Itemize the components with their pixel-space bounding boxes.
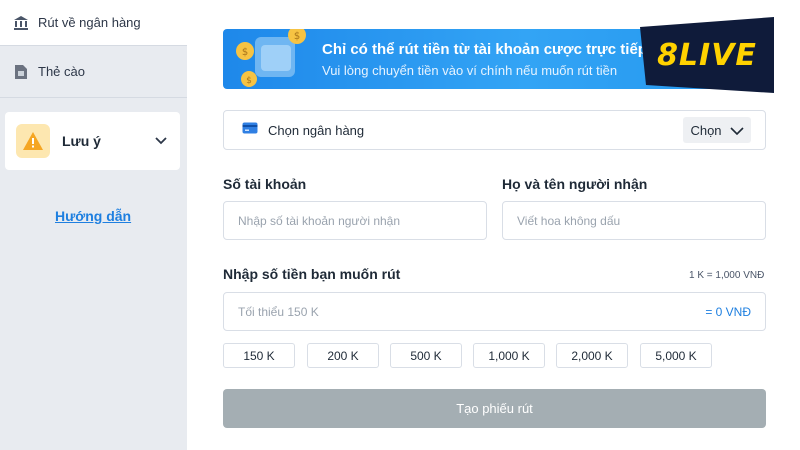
quick-amount-150k[interactable]: 150 K: [223, 343, 295, 368]
amount-input[interactable]: Tối thiểu 150 K = 0 VNĐ: [223, 292, 766, 331]
guide-link[interactable]: Hướng dẫn: [55, 208, 131, 224]
choose-bank-button-label: Chọn: [690, 122, 722, 138]
banner-subtitle: Vui lòng chuyển tiền vào ví chính nếu mu…: [322, 63, 618, 78]
wallet-coins-icon: $ $ $: [236, 29, 306, 87]
quick-amount-2000k[interactable]: 2,000 K: [556, 343, 628, 368]
bank-icon: [12, 14, 30, 32]
recipient-name-input[interactable]: Viết hoa không dấu: [502, 201, 766, 240]
sidebar: Rút về ngân hàng Thẻ cào Lưu ý Hướng dẫn: [0, 0, 187, 450]
amount-placeholder: Tối thiểu 150 K: [238, 304, 319, 319]
brand-logo: 8LIVE: [640, 17, 774, 93]
svg-text:$: $: [246, 76, 252, 86]
quick-amount-5000k[interactable]: 5,000 K: [640, 343, 712, 368]
chevron-down-icon: [154, 134, 168, 148]
choose-bank-button[interactable]: Chọn: [683, 117, 751, 143]
sidebar-item-label: Rút về ngân hàng: [38, 15, 141, 30]
quick-amount-200k[interactable]: 200 K: [307, 343, 379, 368]
sidebar-item-bank-withdraw[interactable]: Rút về ngân hàng: [0, 0, 187, 46]
sim-card-icon: [12, 63, 30, 81]
svg-text:$: $: [242, 47, 248, 58]
amount-label: Nhập số tiền bạn muốn rút: [223, 266, 401, 282]
warning-icon: [16, 124, 50, 158]
bank-select[interactable]: Chọn ngân hàng Chọn: [223, 110, 766, 150]
sidebar-item-scratch-card[interactable]: Thẻ cào: [0, 46, 187, 98]
bank-select-label: Chọn ngân hàng: [268, 122, 365, 138]
chevron-down-icon: [729, 123, 744, 138]
brand-logo-text: 8LIVE: [657, 37, 757, 73]
create-withdrawal-button[interactable]: Tạo phiếu rút: [223, 389, 766, 428]
account-number-input[interactable]: Nhập số tài khoản người nhận: [223, 201, 487, 240]
exchange-rate: 1 K = 1,000 VNĐ: [689, 270, 765, 281]
account-number-label: Số tài khoản: [223, 176, 307, 192]
amount-equivalent: = 0 VNĐ: [705, 304, 751, 319]
svg-text:$: $: [294, 31, 300, 42]
recipient-name-label: Họ và tên người nhận: [502, 176, 648, 192]
note-label: Lưu ý: [62, 133, 101, 149]
sidebar-item-label: Thẻ cào: [38, 64, 85, 79]
quick-amount-1000k[interactable]: 1,000 K: [473, 343, 545, 368]
banner-title: Chỉ có thể rút tiền từ tài khoản cược tr…: [322, 41, 647, 58]
card-icon: [242, 121, 258, 139]
note-accordion[interactable]: Lưu ý: [5, 112, 180, 170]
quick-amount-500k[interactable]: 500 K: [390, 343, 462, 368]
